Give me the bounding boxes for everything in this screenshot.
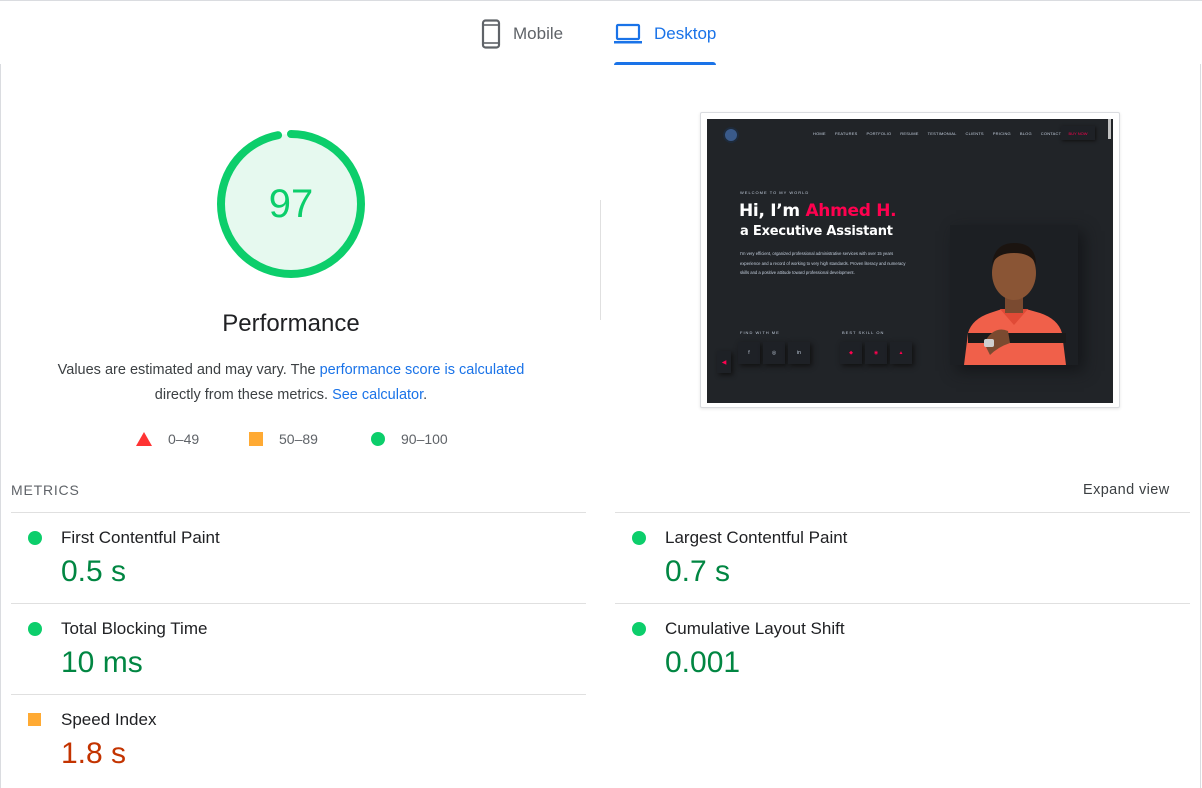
metric-value: 10 ms (61, 646, 143, 679)
site-nav-item: HOME (813, 131, 826, 136)
final-screenshot[interactable]: HOME FEATURES PORTFOLIO RESUME TESTIMONI… (700, 112, 1120, 408)
linkedin-icon: in (788, 342, 810, 364)
average-square-icon (28, 713, 41, 726)
legend-fail-range: 0–49 (168, 431, 200, 447)
site-nav: HOME FEATURES PORTFOLIO RESUME TESTIMONI… (813, 131, 1064, 136)
pass-circle-icon (632, 531, 646, 545)
desc-suffix: . (423, 387, 428, 403)
tab-desktop-label: Desktop (654, 24, 717, 43)
site-nav-item: TESTIMONIAL (927, 131, 957, 136)
site-nav-item: PRICING (992, 131, 1011, 136)
metrics-label: METRICS (11, 482, 80, 498)
metric-total-blocking-time: Total Blocking Time 10 ms (11, 603, 586, 694)
site-nav-item: RESUME (900, 131, 919, 136)
device-tabs: Mobile Desktop (0, 0, 1202, 65)
vertical-divider (600, 200, 601, 320)
skill-icon: ◆ (840, 342, 862, 364)
score-calculated-link[interactable]: performance score is calculated (320, 362, 525, 378)
pass-circle-icon (28, 622, 42, 636)
site-paragraph: I'm very efficient, organized profession… (740, 251, 906, 275)
site-logo (723, 127, 739, 143)
metric-first-contentful-paint: First Contentful Paint 0.5 s (11, 512, 586, 603)
site-nav-item: CLIENTS (965, 131, 984, 136)
metric-value: 0.001 (665, 646, 741, 679)
legend-average: 50–89 (249, 431, 318, 447)
tab-desktop[interactable]: Desktop (614, 19, 717, 65)
site-welcome: WELCOME TO MY WORLD (740, 190, 810, 195)
performance-description: Values are estimated and may vary. The p… (41, 358, 541, 408)
laptop-icon (614, 19, 642, 49)
facebook-icon: f (738, 342, 760, 364)
site-scrollbar (1108, 119, 1111, 139)
legend-fail: 0–49 (136, 431, 199, 447)
site-greeting: Hi, I’m (739, 201, 806, 221)
triangle-icon (136, 432, 152, 446)
person-photo (964, 243, 1066, 365)
phone-icon (481, 19, 501, 49)
site-nav-item: FEATURES (834, 131, 858, 136)
site-name: Ahmed H. (805, 201, 897, 221)
square-icon (249, 432, 263, 446)
metric-title: Total Blocking Time (61, 619, 208, 638)
skill-icon: ◉ (865, 342, 887, 364)
instagram-icon: ◎ (763, 342, 785, 364)
metric-title: Cumulative Layout Shift (665, 619, 845, 638)
site-buy-button: BUY NOW (1061, 126, 1095, 140)
see-calculator-link[interactable]: See calculator (332, 387, 423, 403)
metric-title: Speed Index (61, 710, 157, 729)
legend-average-range: 50–89 (279, 431, 318, 447)
tab-mobile[interactable]: Mobile (481, 19, 563, 65)
metric-value: 0.7 s (665, 555, 731, 588)
performance-gauge: 97 (215, 128, 367, 280)
performance-card: 97 Performance Values are estimated and … (0, 64, 1201, 788)
site-role: a Executive Assistant (740, 224, 893, 239)
site-skill-label: BEST SKILL ON (842, 330, 885, 335)
desc-text-2: directly from these metrics. (154, 387, 333, 403)
circle-icon (371, 432, 385, 446)
skill-icon: ▲ (890, 342, 912, 364)
metric-value: 1.8 s (61, 737, 127, 770)
screenshot-image: HOME FEATURES PORTFOLIO RESUME TESTIMONI… (707, 119, 1113, 403)
site-headline: Hi, I’m Ahmed H. (739, 201, 897, 221)
metric-cumulative-layout-shift: Cumulative Layout Shift 0.001 (615, 603, 1190, 694)
expand-view-button[interactable]: Expand view (1083, 482, 1170, 498)
metric-title: First Contentful Paint (61, 528, 220, 547)
performance-score: 97 (268, 181, 314, 226)
pass-circle-icon (632, 622, 646, 636)
tab-mobile-label: Mobile (513, 24, 564, 43)
legend-pass-range: 90–100 (401, 431, 448, 447)
pass-circle-icon (28, 531, 42, 545)
metric-value: 0.5 s (61, 555, 127, 588)
site-nav-item: BLOG (1019, 131, 1032, 136)
portrait-card (950, 225, 1078, 365)
desc-text: Values are estimated and may vary. The (57, 362, 320, 378)
site-nav-item: PORTFOLIO (866, 131, 892, 136)
site-find-label: FIND WITH ME (740, 330, 780, 335)
metric-largest-contentful-paint: Largest Contentful Paint 0.7 s (615, 512, 1190, 603)
metric-speed-index: Speed Index 1.8 s (11, 694, 586, 785)
metric-title: Largest Contentful Paint (665, 528, 848, 547)
back-to-top-icon: ◀ (717, 351, 731, 373)
legend-pass: 90–100 (371, 431, 448, 447)
performance-title: Performance (222, 310, 360, 337)
